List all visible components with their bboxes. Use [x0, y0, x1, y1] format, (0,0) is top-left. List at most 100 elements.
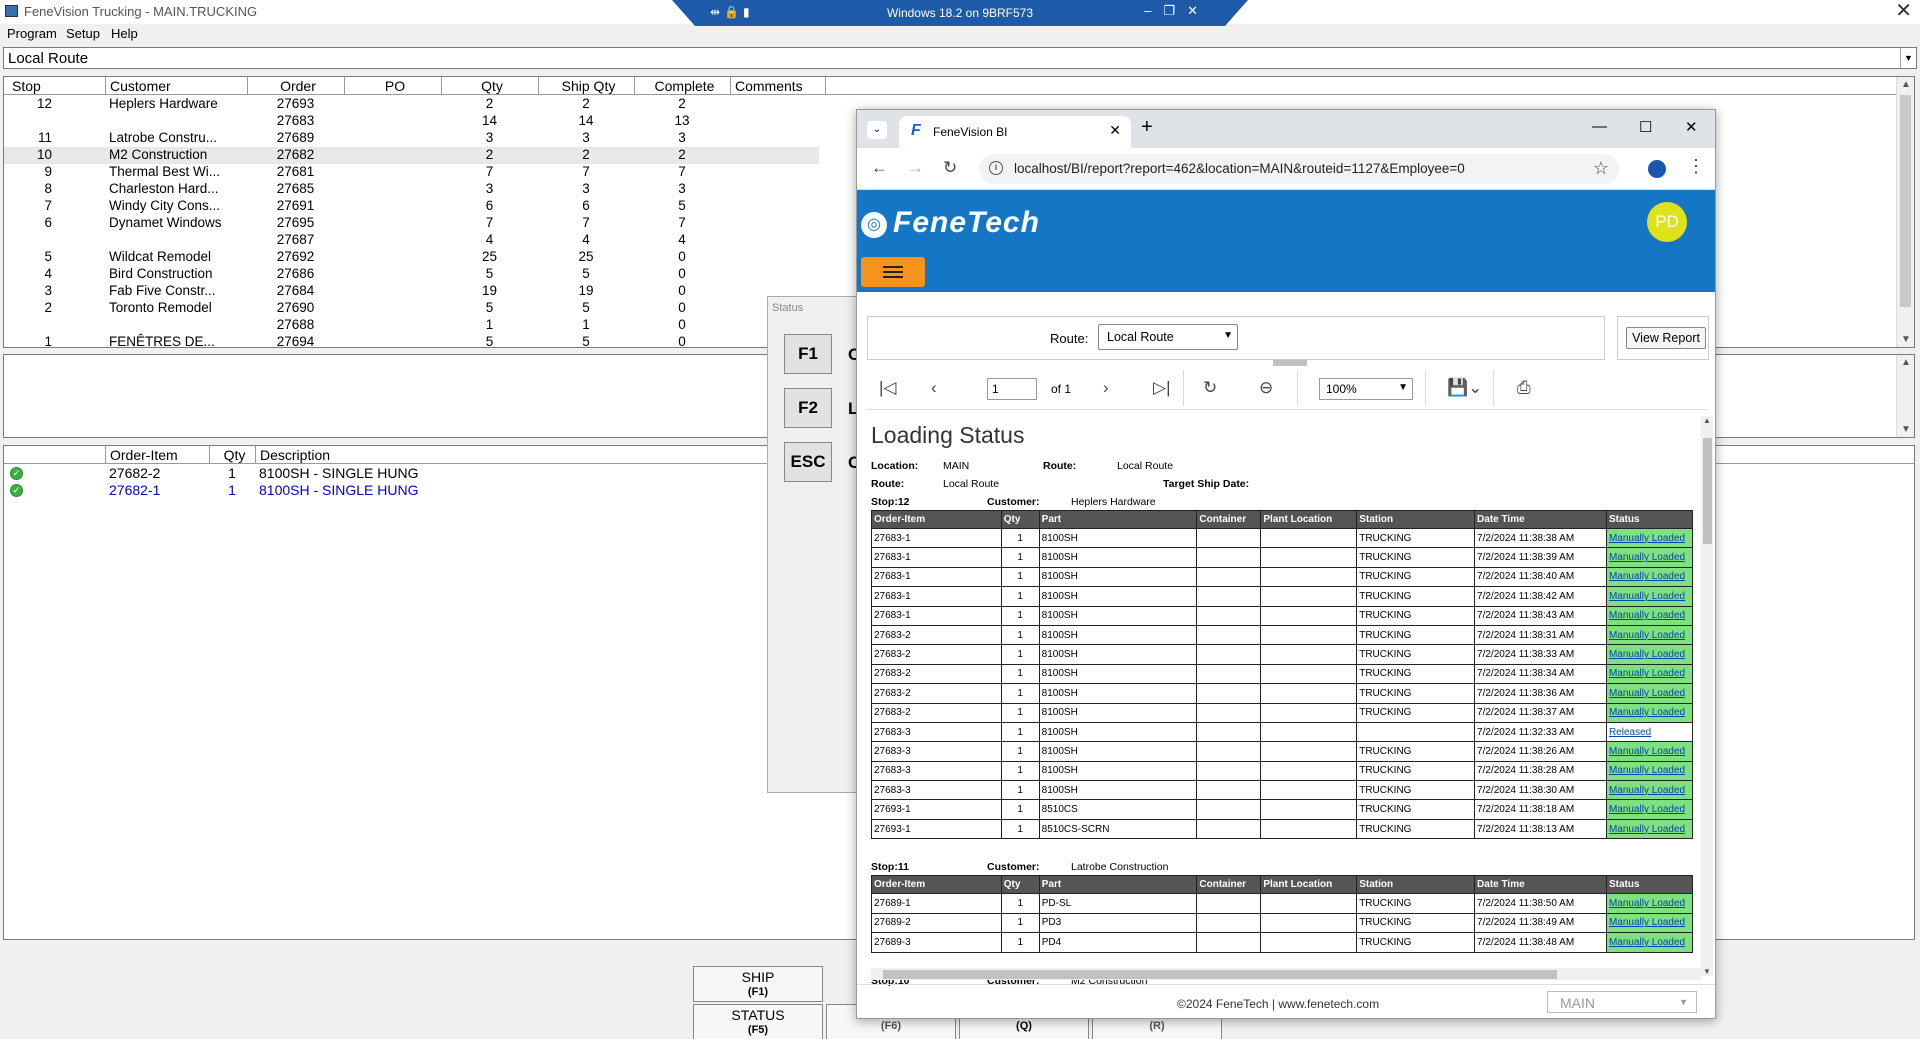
- status-link[interactable]: Manually Loaded: [1609, 533, 1685, 544]
- user-avatar[interactable]: PD: [1647, 202, 1687, 242]
- profile-icon[interactable]: [1648, 160, 1666, 178]
- col-item-qty[interactable]: Qty: [209, 446, 255, 464]
- report-hscroll[interactable]: [871, 968, 1701, 980]
- scroll-thumb[interactable]: [1900, 95, 1911, 307]
- table-row[interactable]: 4 Bird Construction 27686 5 5 0: [4, 266, 819, 283]
- site-info-icon[interactable]: i: [989, 161, 1003, 175]
- table-row[interactable]: 3 Fab Five Constr... 27684 19 19 0: [4, 283, 819, 300]
- refresh-icon[interactable]: ↻: [1203, 378, 1217, 398]
- col-ship-qty[interactable]: Ship Qty: [538, 77, 634, 95]
- kebab-menu-icon[interactable]: ⋮: [1687, 156, 1705, 177]
- report-hscroll-thumb[interactable]: [883, 970, 1557, 979]
- menu-help[interactable]: Help: [111, 26, 138, 41]
- status-link[interactable]: Manually Loaded: [1609, 610, 1685, 621]
- status-button[interactable]: STATUS (F5): [693, 1004, 823, 1039]
- f1-key-button[interactable]: F1: [784, 334, 832, 374]
- bookmark-star-icon[interactable]: ☆: [1593, 158, 1609, 179]
- close-window-icon[interactable]: ✕: [1685, 118, 1698, 136]
- reload-icon[interactable]: ↻: [943, 158, 957, 178]
- table-row[interactable]: 6 Dynamet Windows 27695 7 7 7: [4, 215, 819, 232]
- status-link[interactable]: Manually Loaded: [1609, 804, 1685, 815]
- new-tab-icon[interactable]: +: [1141, 116, 1153, 139]
- table-row[interactable]: 8 Charleston Hard... 27685 3 3 3: [4, 181, 819, 198]
- col-qty[interactable]: Qty: [441, 77, 538, 95]
- route-param-select[interactable]: Local Route ▼: [1098, 324, 1238, 350]
- list-item[interactable]: ✓ 27682-1 1 8100SH - SINGLE HUNG: [4, 482, 819, 499]
- status-link[interactable]: Manually Loaded: [1609, 571, 1685, 582]
- hamburger-menu-icon[interactable]: [861, 257, 925, 287]
- status-link[interactable]: Manually Loaded: [1609, 707, 1685, 718]
- forward-icon[interactable]: →: [907, 158, 924, 178]
- save-icon[interactable]: 💾⌄: [1447, 378, 1482, 398]
- panel-scrollbar[interactable]: ▲ ▼: [1896, 355, 1914, 437]
- status-link[interactable]: Manually Loaded: [1609, 630, 1685, 641]
- close-icon[interactable]: ✕: [1895, 0, 1912, 22]
- close-tab-icon[interactable]: ✕: [1109, 122, 1121, 139]
- col-order[interactable]: Order: [247, 77, 344, 95]
- col-description[interactable]: Description: [255, 446, 765, 464]
- remote-window-controls[interactable]: –❐✕: [1144, 3, 1210, 19]
- tab-search-icon[interactable]: ⌄: [867, 121, 887, 139]
- table-row[interactable]: 10 M2 Construction 27682 2 2 2: [4, 147, 819, 164]
- col-po[interactable]: PO: [344, 77, 441, 95]
- report-vscroll[interactable]: ▲ ▼: [1701, 416, 1713, 976]
- last-page-icon[interactable]: ▷|: [1153, 378, 1171, 398]
- view-report-button[interactable]: View Report: [1626, 327, 1706, 349]
- status-link[interactable]: Manually Loaded: [1609, 785, 1685, 796]
- back-icon[interactable]: ←: [871, 158, 888, 178]
- table-row[interactable]: 27683 14 14 13: [4, 113, 819, 130]
- status-link[interactable]: Manually Loaded: [1609, 649, 1685, 660]
- print-icon[interactable]: ⎙: [1517, 378, 1531, 398]
- status-link[interactable]: Manually Loaded: [1609, 746, 1685, 757]
- esc-key-button[interactable]: ESC: [784, 442, 832, 482]
- scroll-down-icon[interactable]: ▼: [1897, 424, 1915, 435]
- page-number-input[interactable]: 1: [987, 378, 1037, 400]
- menu-program[interactable]: Program: [7, 26, 57, 41]
- menu-setup[interactable]: Setup: [66, 26, 100, 41]
- col-comments[interactable]: Comments: [730, 77, 826, 95]
- minimize-icon[interactable]: —: [1592, 118, 1607, 135]
- status-link[interactable]: Manually Loaded: [1609, 552, 1685, 563]
- status-link[interactable]: Manually Loaded: [1609, 824, 1685, 835]
- ship-button[interactable]: SHIP (F1): [693, 966, 823, 1002]
- location-select[interactable]: MAIN ▼: [1547, 991, 1697, 1013]
- prev-page-icon[interactable]: ‹: [931, 378, 937, 398]
- status-link[interactable]: Manually Loaded: [1609, 898, 1685, 909]
- table-row[interactable]: 7 Windy City Cons... 27691 6 6 5: [4, 198, 819, 215]
- zoom-select[interactable]: 100% ▼: [1319, 378, 1413, 400]
- list-item[interactable]: ✓ 27682-2 1 8100SH - SINGLE HUNG: [4, 465, 819, 482]
- status-link[interactable]: Manually Loaded: [1609, 668, 1685, 679]
- table-row[interactable]: 11 Latrobe Constru... 27689 3 3 3: [4, 130, 819, 147]
- report-vscroll-thumb[interactable]: [1703, 438, 1712, 544]
- scroll-up-icon[interactable]: ▲: [1897, 79, 1914, 90]
- back-to-parent-icon[interactable]: ⊖: [1259, 378, 1273, 398]
- table-row[interactable]: 27687 4 4 4: [4, 232, 819, 249]
- status-link[interactable]: Manually Loaded: [1609, 765, 1685, 776]
- scroll-down-icon[interactable]: ▼: [1701, 967, 1713, 976]
- table-row[interactable]: 1 FENÊTRES DE... 27694 5 5 0: [4, 334, 819, 347]
- next-page-icon[interactable]: ›: [1103, 378, 1109, 398]
- scroll-up-icon[interactable]: ▲: [1897, 357, 1915, 368]
- scroll-down-icon[interactable]: ▼: [1897, 334, 1914, 345]
- status-link[interactable]: Released: [1609, 727, 1651, 738]
- table-row[interactable]: 12 Heplers Hardware 27693 2 2 2: [4, 96, 819, 113]
- first-page-icon[interactable]: |◁: [879, 378, 897, 398]
- col-stop[interactable]: Stop: [8, 77, 105, 95]
- table-row[interactable]: 9 Thermal Best Wi... 27681 7 7 7: [4, 164, 819, 181]
- status-link[interactable]: Manually Loaded: [1609, 591, 1685, 602]
- maximize-icon[interactable]: ☐: [1639, 118, 1652, 136]
- f2-key-button[interactable]: F2: [784, 388, 832, 428]
- col-order-item[interactable]: Order-Item: [105, 446, 209, 464]
- col-customer[interactable]: Customer: [105, 77, 247, 95]
- address-bar[interactable]: i localhost/BI/report?report=462&locatio…: [979, 154, 1619, 184]
- status-link[interactable]: Manually Loaded: [1609, 917, 1685, 928]
- table-row[interactable]: 27688 1 1 0: [4, 317, 819, 334]
- status-link[interactable]: Manually Loaded: [1609, 688, 1685, 699]
- chevron-down-icon[interactable]: ▼: [1900, 48, 1916, 68]
- scroll-up-icon[interactable]: ▲: [1701, 416, 1713, 425]
- stops-scrollbar[interactable]: ▲ ▼: [1896, 77, 1914, 347]
- route-select[interactable]: Local Route ▼: [3, 47, 1917, 69]
- table-row[interactable]: 5 Wildcat Remodel 27692 25 25 0: [4, 249, 819, 266]
- table-row[interactable]: 2 Toronto Remodel 27690 5 5 0: [4, 300, 819, 317]
- col-complete[interactable]: Complete: [634, 77, 730, 95]
